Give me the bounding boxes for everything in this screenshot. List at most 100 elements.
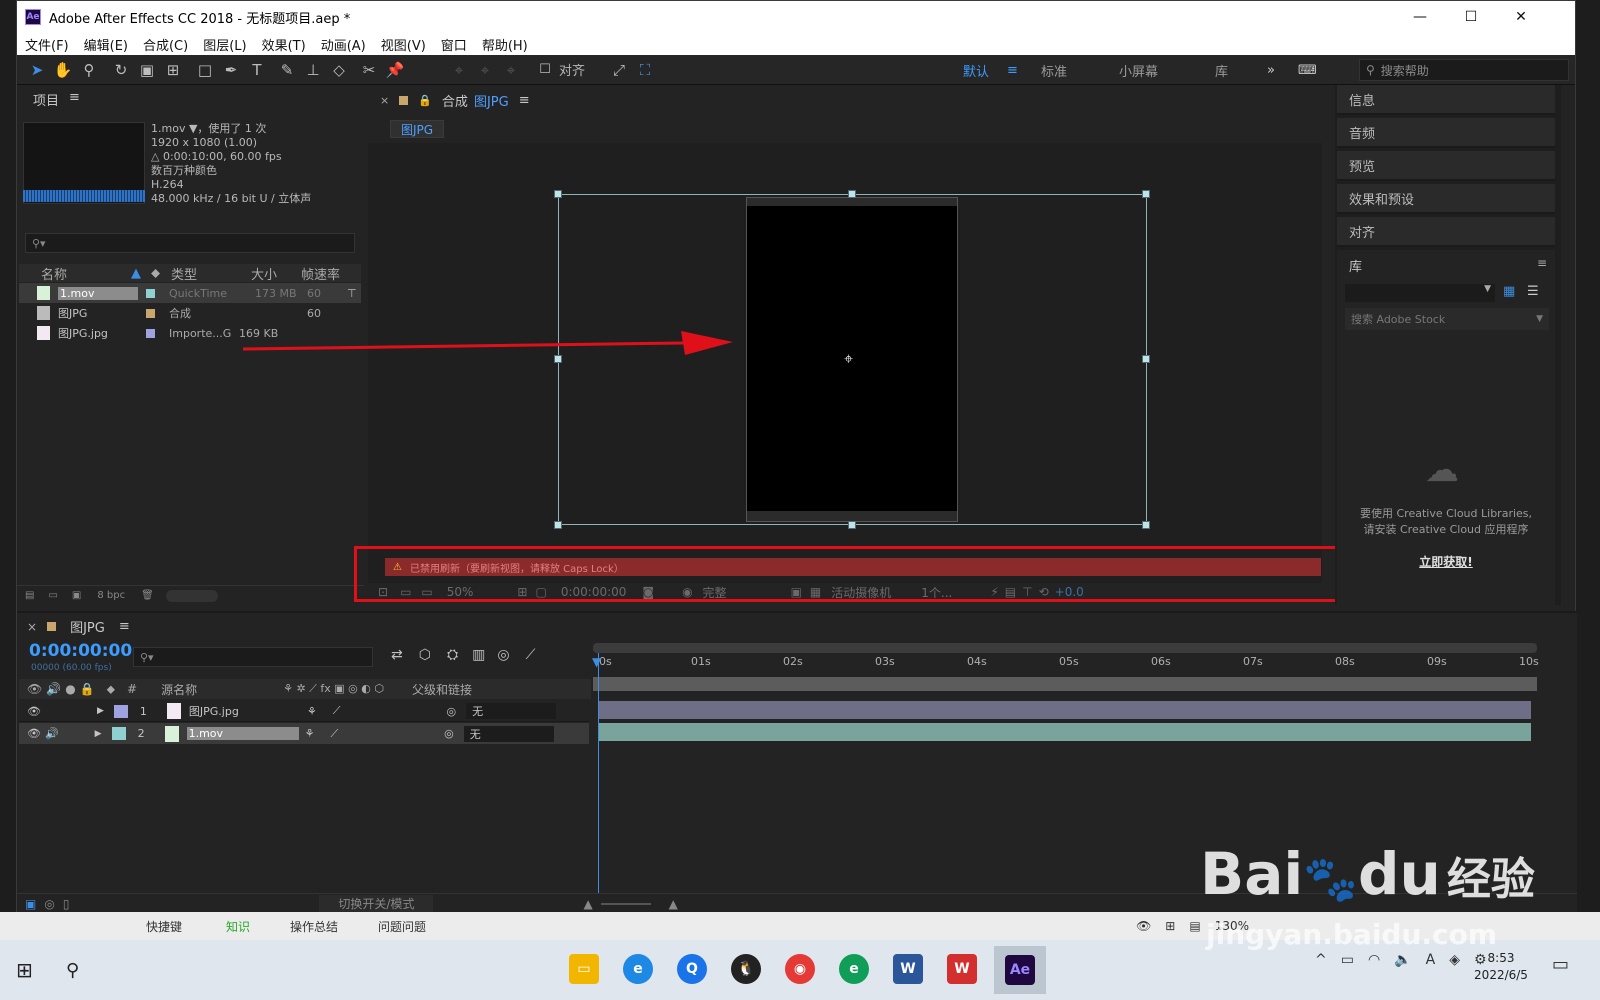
comp-tab-name[interactable]: 图JPG bbox=[474, 91, 509, 110]
rectangle-tool-icon[interactable]: □ bbox=[193, 59, 217, 81]
chevron-up-icon[interactable]: ^ bbox=[1315, 952, 1327, 968]
shy-switch-icon[interactable]: ⚘ bbox=[305, 727, 315, 740]
menu-window[interactable]: 窗口 bbox=[441, 35, 467, 54]
search-icon[interactable]: ⚲ bbox=[66, 960, 79, 981]
eye-care-icon[interactable]: 👁 bbox=[1136, 919, 1151, 933]
adobe-stock-search[interactable]: 搜索 Adobe Stock ▼ bbox=[1345, 308, 1549, 330]
camera-tool-icon[interactable]: ▣ bbox=[135, 59, 159, 81]
menu-animation[interactable]: 动画(A) bbox=[321, 35, 366, 54]
workspace-small-screen[interactable]: 小屏幕 bbox=[1119, 55, 1158, 85]
workspace-library[interactable]: 库 bbox=[1215, 55, 1228, 85]
comp-tab-prefix[interactable]: 合成 bbox=[442, 91, 468, 110]
time-ruler[interactable]: 0s 01s 02s 03s 04s 05s 06s 07s 08s 09s 10s bbox=[599, 655, 1539, 673]
label-swatch[interactable] bbox=[146, 288, 155, 298]
snap-target-icon[interactable]: ⛶ bbox=[633, 59, 657, 81]
page-view-icon[interactable]: ▤ bbox=[1189, 919, 1200, 933]
transform-handle[interactable] bbox=[848, 190, 856, 198]
label-swatch[interactable] bbox=[146, 308, 155, 318]
menu-effect[interactable]: 效果(T) bbox=[262, 35, 306, 54]
keyboard-shortcut-icon[interactable]: ⌨ bbox=[1298, 55, 1317, 85]
timeline-search-input[interactable]: ⚲▾ bbox=[133, 647, 373, 667]
align-checkbox[interactable]: ☐ bbox=[533, 59, 557, 81]
quality-switch-icon[interactable]: ⟋ bbox=[333, 704, 341, 718]
pick-whip-icon[interactable]: ◎ bbox=[444, 727, 454, 740]
bg-tab-questions[interactable]: 问题问题 bbox=[378, 918, 426, 935]
label-swatch[interactable] bbox=[146, 328, 155, 338]
playhead[interactable] bbox=[598, 653, 599, 893]
search-help-input[interactable]: ⚲ 搜索帮助 bbox=[1359, 59, 1569, 81]
workspace-more-icon[interactable]: » bbox=[1267, 55, 1275, 85]
notification-icon[interactable]: ▭ bbox=[1552, 954, 1569, 975]
menu-file[interactable]: 文件(F) bbox=[25, 35, 69, 54]
clock[interactable]: 8:53 2022/6/5 bbox=[1466, 950, 1536, 984]
solo-icon[interactable]: ● bbox=[65, 682, 75, 696]
work-area-bar[interactable] bbox=[593, 643, 1537, 653]
bpc-label[interactable]: 8 bpc bbox=[97, 590, 125, 601]
toggle-switches-modes[interactable]: 切换开关/模式 bbox=[319, 895, 434, 912]
search-app-icon[interactable]: Q bbox=[677, 954, 707, 984]
timeline-zoom-slider[interactable] bbox=[600, 902, 651, 905]
project-search-input[interactable]: ⚲▾ bbox=[25, 233, 355, 253]
flowchart-icon[interactable]: ⊤ bbox=[347, 287, 357, 300]
eye-icon[interactable]: 👁 bbox=[27, 727, 41, 740]
file-explorer-icon[interactable]: ▭ bbox=[569, 954, 599, 984]
audio-toggle-icon[interactable]: 🔊 bbox=[46, 682, 61, 696]
label-tag-icon[interactable]: ⬥ bbox=[107, 682, 115, 697]
transform-handle[interactable] bbox=[1142, 190, 1150, 198]
parent-dropdown[interactable]: 无 bbox=[463, 725, 554, 742]
selection-tool-icon[interactable]: ➤ bbox=[25, 59, 49, 81]
comp-flowchart-icon[interactable]: ⇄ bbox=[391, 647, 403, 663]
draft-3d-icon[interactable]: ⬡ bbox=[419, 647, 431, 663]
menu-view[interactable]: 视图(V) bbox=[381, 35, 426, 54]
label-tag-icon[interactable]: ⬥ bbox=[151, 266, 171, 281]
audio-panel-tab[interactable]: 音频 bbox=[1337, 118, 1555, 148]
bg-tab-knowledge[interactable]: 知识 bbox=[226, 918, 250, 935]
close-button[interactable]: ✕ bbox=[1497, 1, 1545, 33]
world-axis-icon[interactable]: ⌖ bbox=[473, 59, 497, 81]
thumbnail-slider[interactable] bbox=[165, 589, 218, 602]
pen-tool-icon[interactable]: ✒ bbox=[219, 59, 243, 81]
menu-help[interactable]: 帮助(H) bbox=[482, 35, 528, 54]
snap-icon[interactable]: ⤢ bbox=[607, 59, 631, 81]
timeline-menu-icon[interactable]: ≡ bbox=[119, 619, 130, 634]
info-panel-tab[interactable]: 信息 bbox=[1337, 85, 1555, 115]
view-axis-icon[interactable]: ⌖ bbox=[499, 59, 523, 81]
eye-icon[interactable]: 👁 bbox=[27, 705, 41, 718]
workspace-default[interactable]: 默认 bbox=[963, 55, 989, 85]
align-panel-tab[interactable]: 对齐 bbox=[1337, 217, 1555, 247]
shy-switch-icon[interactable]: ⚘ bbox=[307, 705, 317, 718]
brush-tool-icon[interactable]: ✎ bbox=[275, 59, 299, 81]
wifi-icon[interactable]: ◠ bbox=[1368, 952, 1380, 968]
frame-blending-icon[interactable]: ▥ bbox=[472, 647, 485, 663]
pick-whip-icon[interactable]: ◎ bbox=[446, 705, 456, 718]
qq-icon[interactable]: 🐧 bbox=[731, 954, 761, 984]
library-menu-icon[interactable]: ≡ bbox=[1537, 256, 1547, 270]
anchor-point-icon[interactable]: ⌖ bbox=[844, 349, 853, 369]
library-title[interactable]: 库 bbox=[1349, 256, 1362, 275]
workspace-menu-icon[interactable]: ≡ bbox=[1007, 55, 1018, 85]
zoom-in-icon[interactable]: ▲ bbox=[669, 897, 678, 911]
workspace-standard[interactable]: 标准 bbox=[1041, 55, 1067, 85]
preview-panel-tab[interactable]: 预览 bbox=[1337, 151, 1555, 181]
layer-switches-icon[interactable]: ▣ bbox=[25, 897, 36, 911]
eraser-tool-icon[interactable]: ◇ bbox=[327, 59, 351, 81]
col-source-name[interactable]: 源名称 bbox=[161, 681, 197, 698]
col-size[interactable]: 大小 bbox=[251, 264, 301, 283]
col-fps[interactable]: 帧速率 bbox=[301, 264, 361, 283]
transform-handle[interactable] bbox=[1142, 355, 1150, 363]
taskbar-ae-active[interactable]: Ae bbox=[994, 946, 1046, 994]
transform-handle[interactable] bbox=[554, 190, 562, 198]
list-view-icon[interactable]: ☰ bbox=[1527, 284, 1539, 299]
timeline-layer-row[interactable]: 👁 🔊 ▶ 2 1.mov ⚘ ⟋ ◎ 无 bbox=[19, 723, 589, 744]
quality-switch-icon[interactable]: ⟋ bbox=[330, 727, 338, 741]
menu-layer[interactable]: 图层(L) bbox=[203, 35, 246, 54]
type-tool-icon[interactable]: T bbox=[245, 59, 269, 81]
transform-handle[interactable] bbox=[554, 521, 562, 529]
col-type[interactable]: 类型 bbox=[171, 264, 251, 283]
puppet-tool-icon[interactable]: 📌 bbox=[383, 59, 407, 81]
motion-blur-icon[interactable]: ◎ bbox=[497, 647, 509, 663]
effects-presets-tab[interactable]: 效果和预设 bbox=[1337, 184, 1555, 214]
comp-breadcrumb[interactable]: 图JPG bbox=[390, 120, 445, 138]
layer-label-swatch[interactable] bbox=[111, 727, 126, 740]
maximize-button[interactable]: ☐ bbox=[1447, 1, 1495, 33]
